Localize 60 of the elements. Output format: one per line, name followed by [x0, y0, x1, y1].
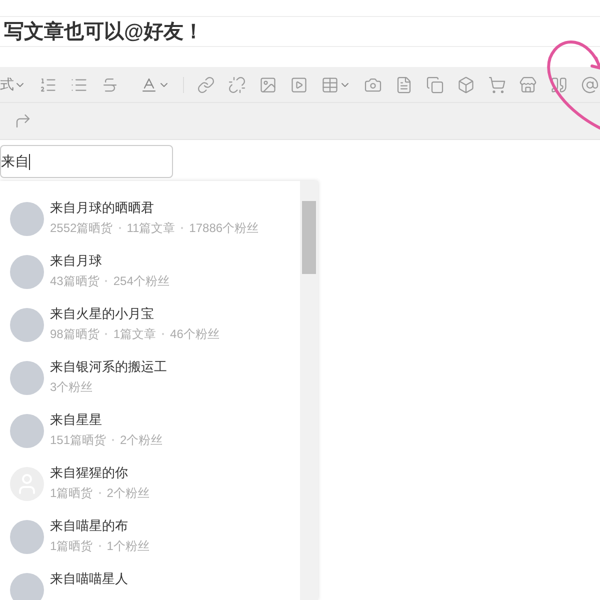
user-stat: 98篇晒货 [50, 326, 100, 343]
image-icon[interactable] [259, 76, 277, 94]
user-name: 来自喵喵星人 [50, 570, 128, 588]
font-color-dropdown[interactable] [140, 76, 170, 94]
mention-input[interactable]: 来自 [0, 145, 173, 178]
user-name: 来自月球的晒晒君 [50, 199, 155, 217]
user-name: 来自火星的小月宝 [50, 305, 155, 323]
user-option[interactable]: 来自月球的晒晒君 2552篇晒货 11篇文章 17886个粉丝 [0, 198, 318, 251]
user-option[interactable]: 来自喵星的布 1篇晒货 1个粉丝 [0, 516, 318, 569]
table-icon [321, 76, 339, 94]
user-stat: 1篇文章 [113, 326, 156, 343]
cart-icon[interactable] [488, 76, 506, 94]
user-stat: 11篇文章 [126, 220, 176, 237]
user-stat: 151篇晒货 [50, 432, 106, 449]
user-stat: 17886个粉丝 [189, 220, 259, 237]
user-name: 来自喵星的布 [50, 517, 129, 535]
user-name: 来自猩猩的你 [50, 464, 129, 482]
user-stat: 2552篇晒货 [50, 220, 113, 237]
camera-icon[interactable] [364, 76, 382, 94]
user-stat: 2个粉丝 [120, 432, 163, 449]
user-option[interactable]: 来自星星 151篇晒货 2个粉丝 [0, 410, 318, 463]
user-name: 来自月球 [50, 252, 103, 270]
user-option[interactable]: 来自银河系的搬运工 3个粉丝 [0, 357, 318, 410]
document-icon[interactable] [395, 76, 413, 94]
strikethrough-icon[interactable] [101, 76, 119, 94]
redo-icon[interactable] [14, 112, 32, 130]
article-title: 写文章也可以@好友！ [4, 20, 204, 44]
font-color-icon [140, 76, 158, 94]
user-stat: 1篇晒货 [50, 485, 93, 502]
user-stat: 43篇晒货 [50, 273, 100, 290]
avatar-placeholder [10, 308, 44, 342]
user-stat: 1个粉丝 [106, 538, 150, 555]
box-icon[interactable] [457, 76, 475, 94]
user-name: 来自银河系的搬运工 [50, 358, 167, 376]
link-icon[interactable] [197, 76, 215, 94]
avatar-placeholder [10, 202, 44, 236]
copy-icon[interactable] [426, 76, 444, 94]
video-icon[interactable] [290, 76, 308, 94]
store-icon[interactable] [519, 76, 537, 94]
user-stat: 46个粉丝 [170, 326, 220, 343]
avatar-placeholder [10, 520, 44, 554]
quote-icon[interactable] [550, 76, 568, 94]
avatar-placeholder [10, 255, 44, 289]
user-stat: 254个粉丝 [113, 273, 170, 290]
user-option[interactable]: 来自火星的小月宝 98篇晒货 1篇文章 46个粉丝 [0, 304, 318, 357]
at-sign-icon[interactable] [581, 76, 599, 94]
user-stat: 2个粉丝 [106, 485, 150, 502]
avatar-placeholder [10, 361, 44, 395]
unlink-icon[interactable] [228, 76, 246, 94]
user-name: 来自星星 [50, 411, 103, 429]
ordered-list-icon[interactable] [39, 76, 57, 94]
avatar-placeholder [10, 414, 44, 448]
avatar-placeholder [10, 573, 44, 600]
user-option[interactable]: 来自喵喵星人 [0, 569, 318, 600]
scrollbar[interactable] [300, 181, 318, 600]
user-option[interactable]: 来自猩猩的你 1篇晒货 2个粉丝 [0, 463, 318, 516]
user-stat: 3个粉丝 [50, 379, 93, 396]
user-option[interactable]: 来自月球 43篇晒货 254个粉丝 [0, 251, 318, 304]
user-stat: 1篇晒货 [50, 538, 93, 555]
table-dropdown[interactable] [321, 76, 351, 94]
